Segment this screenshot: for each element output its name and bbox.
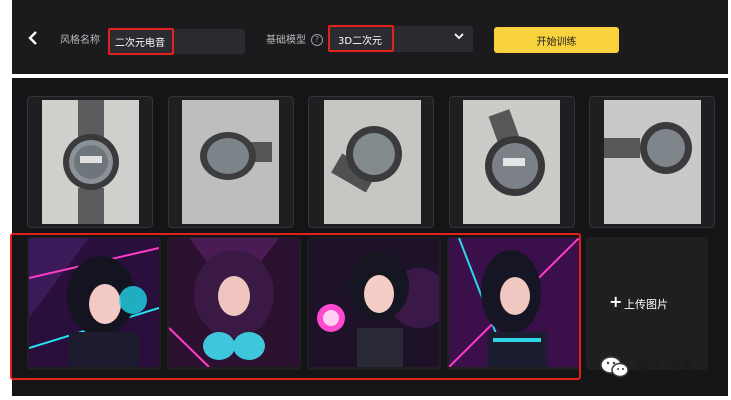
- base-model-select[interactable]: 3D二次元: [330, 26, 473, 52]
- reference-image-5: [604, 100, 701, 224]
- back-button[interactable]: [28, 30, 44, 50]
- style-name-field[interactable]: [108, 29, 245, 54]
- reference-image-4: [463, 100, 560, 224]
- style-name-input[interactable]: [108, 29, 245, 54]
- help-icon[interactable]: ?: [311, 34, 323, 46]
- base-model-value: 3D二次元: [338, 36, 383, 47]
- base-model-label: 基础模型: [266, 35, 306, 46]
- style-name-label: 风格名称: [60, 35, 100, 46]
- reference-image-3: [324, 100, 421, 224]
- generated-image-4: [449, 238, 579, 367]
- start-training-button[interactable]: 开始训练: [494, 27, 619, 53]
- generated-image-3: [309, 238, 439, 367]
- app-window: 风格名称 基础模型 ? 3D二次元 开始训练: [0, 0, 731, 400]
- wechat-icon: [600, 355, 630, 379]
- chevron-left-icon: [28, 31, 37, 45]
- reference-image-2: [182, 100, 279, 224]
- generated-image-2: [169, 238, 299, 367]
- watermark-text: 路上侠客: [635, 358, 696, 376]
- generated-image-1: [29, 238, 159, 367]
- plus-icon: +: [609, 292, 623, 311]
- reference-image-1: [42, 100, 139, 224]
- upload-image-label: 上传图片: [624, 298, 668, 311]
- chevron-down-icon: [454, 30, 464, 43]
